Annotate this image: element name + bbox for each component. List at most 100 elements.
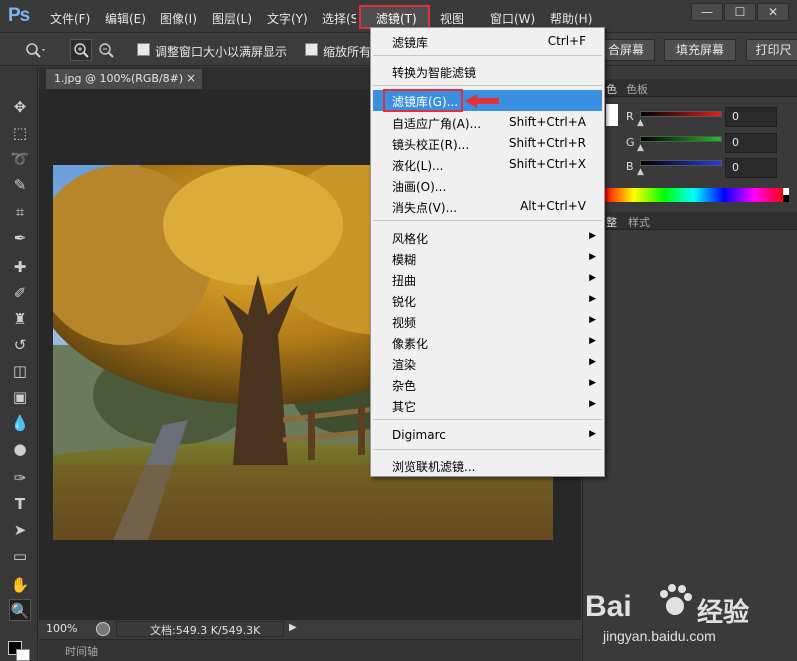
menu-type[interactable]: 文字(Y) bbox=[267, 10, 308, 27]
history-brush-icon[interactable]: ↺ bbox=[9, 334, 31, 356]
marquee-tool-icon[interactable]: ⬚ bbox=[9, 122, 31, 144]
menu-window[interactable]: 窗口(W) bbox=[490, 10, 535, 27]
zoom-all-checkbox[interactable] bbox=[305, 43, 318, 56]
shortcut-shift-ctrl-a: Shift+Ctrl+A bbox=[509, 115, 586, 129]
fill-screen-button[interactable]: 填充屏幕 bbox=[664, 39, 736, 61]
timeline-tab[interactable]: 时间轴 bbox=[65, 643, 98, 659]
submenu-arrow-icon: ▶ bbox=[589, 273, 596, 283]
green-slider[interactable] bbox=[640, 136, 722, 142]
menu-item-filter-gallery-last[interactable]: 滤镜库 bbox=[392, 34, 428, 51]
green-value-input[interactable]: 0 bbox=[725, 133, 777, 153]
zoom-all-label: 缩放所有 bbox=[323, 45, 372, 59]
menu-item-oil-paint[interactable]: 油画(O)... bbox=[392, 178, 446, 195]
submenu-arrow-icon: ▶ bbox=[589, 252, 596, 262]
submenu-arrow-icon: ▶ bbox=[589, 357, 596, 367]
red-channel-label: R bbox=[626, 110, 634, 123]
submenu-arrow-icon: ▶ bbox=[589, 399, 596, 409]
color-tab[interactable]: 色 bbox=[606, 81, 617, 97]
menu-item-liquify[interactable]: 液化(L)... bbox=[392, 157, 444, 174]
paw-icon bbox=[655, 580, 695, 620]
zoom-tool-preset-icon[interactable] bbox=[22, 40, 46, 60]
submenu-arrow-icon: ▶ bbox=[589, 429, 596, 439]
red-value-input[interactable]: 0 bbox=[725, 107, 777, 127]
zoom-in-icon[interactable] bbox=[70, 39, 92, 61]
eraser-tool-icon[interactable]: ◫ bbox=[9, 360, 31, 382]
menu-item-render[interactable]: 渲染 bbox=[392, 356, 416, 373]
zoom-tool-icon[interactable]: 🔍 bbox=[9, 599, 31, 621]
menu-item-digimarc[interactable]: Digimarc bbox=[392, 428, 446, 442]
styles-tab[interactable]: 样式 bbox=[628, 214, 650, 230]
swatches-tab[interactable]: 色板 bbox=[626, 81, 648, 97]
menu-file[interactable]: 文件(F) bbox=[50, 10, 90, 27]
zoom-out-icon[interactable] bbox=[96, 40, 116, 60]
blue-slider-thumb-icon[interactable]: ▲ bbox=[637, 167, 644, 177]
brush-tool-icon[interactable]: ✐ bbox=[9, 282, 31, 304]
menu-item-pixelate[interactable]: 像素化 bbox=[392, 335, 428, 352]
red-slider-thumb-icon[interactable]: ▲ bbox=[637, 118, 644, 128]
photoshop-logo: Ps bbox=[8, 5, 30, 26]
menu-view[interactable]: 视图 bbox=[440, 10, 464, 27]
submenu-arrow-icon: ▶ bbox=[589, 378, 596, 388]
menu-item-noise[interactable]: 杂色 bbox=[392, 377, 416, 394]
menu-edit[interactable]: 编辑(E) bbox=[105, 10, 146, 27]
menu-layer[interactable]: 图层(L) bbox=[212, 10, 252, 27]
healing-brush-icon[interactable]: ✚ bbox=[9, 256, 31, 278]
menu-item-other[interactable]: 其它 bbox=[392, 398, 416, 415]
red-arrow-icon bbox=[463, 91, 503, 111]
path-select-icon[interactable]: ➤ bbox=[9, 519, 31, 541]
blue-channel-label: B bbox=[626, 160, 634, 173]
gradient-tool-icon[interactable]: ▣ bbox=[9, 386, 31, 408]
pen-tool-icon[interactable]: ✑ bbox=[9, 467, 31, 489]
hand-tool-icon[interactable]: ✋ bbox=[9, 574, 31, 596]
eyedropper-tool-icon[interactable]: ✒ bbox=[9, 227, 31, 249]
submenu-arrow-icon: ▶ bbox=[589, 336, 596, 346]
menu-item-distort[interactable]: 扭曲 bbox=[392, 272, 416, 289]
menu-item-lens-correction[interactable]: 镜头校正(R)... bbox=[392, 136, 469, 153]
menu-item-convert-smart-filters[interactable]: 转换为智能滤镜 bbox=[392, 64, 476, 81]
menu-item-blur[interactable]: 模糊 bbox=[392, 251, 416, 268]
minimize-button[interactable]: — bbox=[691, 3, 723, 21]
blur-tool-icon[interactable]: 💧 bbox=[9, 412, 31, 434]
resize-windows-label: 调整窗口大小以满屏显示 bbox=[155, 45, 288, 59]
color-spectrum-ramp[interactable] bbox=[604, 188, 784, 202]
crop-tool-icon[interactable]: ⌗ bbox=[9, 201, 31, 223]
red-slider[interactable] bbox=[640, 111, 722, 117]
rectangle-tool-icon[interactable]: ▭ bbox=[9, 545, 31, 567]
maximize-button[interactable]: ☐ bbox=[724, 3, 756, 21]
document-size-info: 文档:549.3 K/549.3K bbox=[150, 624, 261, 637]
submenu-arrow-icon: ▶ bbox=[589, 315, 596, 325]
menu-item-stylize[interactable]: 风格化 bbox=[392, 230, 428, 247]
menu-filter[interactable]: 滤镜(T) bbox=[376, 10, 417, 27]
print-size-button[interactable]: 打印尺 bbox=[746, 39, 797, 61]
menu-select[interactable]: 选择(S) bbox=[322, 10, 356, 27]
resize-windows-checkbox[interactable] bbox=[137, 43, 150, 56]
move-tool-icon[interactable]: ✥ bbox=[9, 96, 31, 118]
filter-gallery-annotation-box bbox=[383, 89, 463, 112]
background-color-swatch[interactable] bbox=[16, 649, 30, 661]
menu-help[interactable]: 帮助(H) bbox=[550, 10, 592, 27]
adjustments-tab[interactable]: 整 bbox=[606, 214, 617, 230]
status-menu-arrow-icon[interactable]: ▶ bbox=[289, 622, 299, 634]
document-tab[interactable]: 1.jpg @ 100%(RGB/8#) bbox=[46, 69, 202, 89]
clone-stamp-icon[interactable]: ♜ bbox=[9, 308, 31, 330]
zoom-level[interactable]: 100% bbox=[46, 622, 77, 635]
shortcut-alt-ctrl-v: Alt+Ctrl+V bbox=[520, 199, 586, 213]
lasso-tool-icon[interactable]: ➰ bbox=[9, 148, 31, 170]
dodge-tool-icon[interactable]: ● bbox=[9, 438, 31, 460]
close-button[interactable]: ✕ bbox=[757, 3, 789, 21]
menu-item-video[interactable]: 视频 bbox=[392, 314, 416, 331]
doc-info-icon[interactable] bbox=[96, 622, 110, 636]
right-panels bbox=[582, 67, 797, 661]
green-slider-thumb-icon[interactable]: ▲ bbox=[637, 143, 644, 153]
menu-image[interactable]: 图像(I) bbox=[160, 10, 197, 27]
document-tab-close-icon[interactable]: × bbox=[186, 71, 196, 85]
blue-value-input[interactable]: 0 bbox=[725, 158, 777, 178]
menu-item-vanishing-point[interactable]: 消失点(V)... bbox=[392, 199, 457, 216]
type-tool-icon[interactable]: T bbox=[9, 493, 31, 515]
blue-slider[interactable] bbox=[640, 160, 722, 166]
menu-item-adaptive-wide-angle[interactable]: 自适应广角(A)... bbox=[392, 115, 481, 132]
menu-item-sharpen[interactable]: 锐化 bbox=[392, 293, 416, 310]
quick-select-tool-icon[interactable]: ✎ bbox=[9, 174, 31, 196]
fit-screen-button[interactable]: 合屏幕 bbox=[597, 39, 655, 61]
menu-item-browse-filters-online[interactable]: 浏览联机滤镜... bbox=[392, 458, 475, 475]
